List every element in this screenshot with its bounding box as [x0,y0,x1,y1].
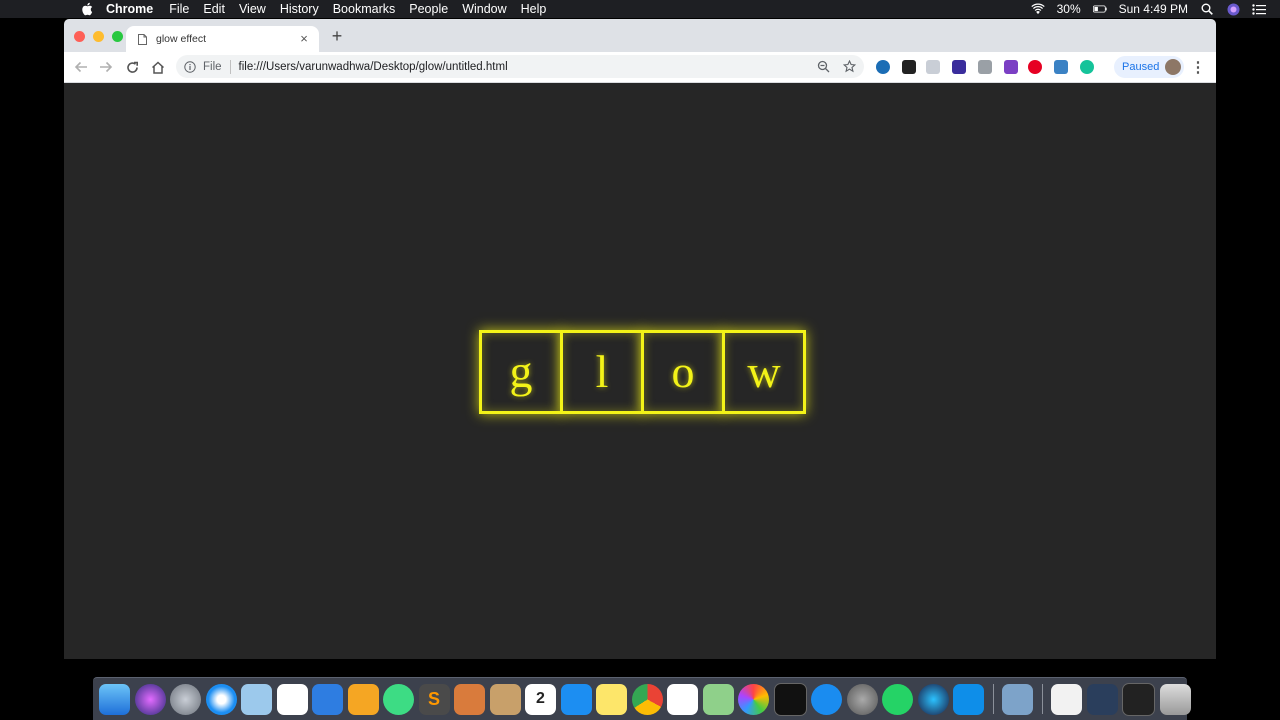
pages-icon[interactable] [347,683,379,715]
extension-blue-icon[interactable] [876,60,890,74]
preview-icon[interactable] [241,683,272,715]
safari-icon[interactable] [205,683,237,715]
app-store-icon[interactable] [811,683,842,715]
menu-help[interactable]: Help [521,2,547,16]
menu-bookmarks[interactable]: Bookmarks [333,2,396,16]
browser-window: glow effect × + File file:///Users/varun… [64,19,1216,659]
photos-icon[interactable] [738,683,769,715]
trash-icon[interactable] [1159,683,1191,715]
launchpad-icon[interactable] [170,683,201,715]
minimize-window-button[interactable] [93,31,104,42]
avatar [1165,59,1181,75]
tab-close-icon[interactable]: × [297,31,311,46]
screen-capture-icon[interactable] [1002,683,1033,715]
dock-divider [992,684,994,714]
desktop-icon[interactable] [1086,683,1118,715]
page-content: g l o w [64,83,1216,659]
siri-icon[interactable] [134,683,166,715]
menu-app-chrome[interactable]: Chrome [106,2,153,16]
profile-button[interactable]: Paused [1114,56,1184,78]
numbers-icon[interactable] [276,683,308,715]
menu-edit[interactable]: Edit [203,2,225,16]
document-icon[interactable] [1051,683,1082,715]
notebook-icon[interactable] [489,683,521,715]
menu-file[interactable]: File [169,2,189,16]
back-arrow-icon[interactable] [73,59,89,75]
maps-icon[interactable] [702,683,734,715]
tab-glow-effect[interactable]: glow effect × [126,26,319,52]
profile-status-label: Paused [1122,61,1160,73]
home-icon[interactable] [150,59,166,75]
xcode-icon[interactable] [560,683,592,715]
extension-shield-icon[interactable] [926,60,940,74]
chrome-icon[interactable] [631,683,663,715]
status-area: 30% Sun 4:49 PM [1030,0,1266,18]
forward-arrow-icon[interactable] [98,59,114,75]
battery-percent: 30% [1056,2,1081,16]
sublime-text-icon[interactable]: S [418,683,450,715]
info-icon[interactable] [184,60,196,73]
window-controls [74,31,123,42]
reminders-icon[interactable] [667,683,698,715]
system-preferences-icon[interactable] [846,683,878,715]
finder-icon[interactable] [99,683,130,715]
spotlight-search-icon[interactable] [1200,2,1214,16]
glow-letter-row: g l o w [479,330,806,414]
battery-icon[interactable] [1092,2,1107,16]
photo-app-icon[interactable] [454,683,485,715]
webstorm-icon[interactable] [917,683,949,715]
extension-purple-icon[interactable] [952,60,966,74]
browser-toolbar: File file:///Users/varunwadhwa/Desktop/g… [64,52,1216,83]
whatsapp-icon[interactable] [882,683,913,715]
calendar-icon[interactable]: 2 [525,683,556,715]
notification-center-icon[interactable] [1252,2,1266,16]
chrome-menu-icon[interactable]: ⋮ [1191,59,1206,76]
document-icon [138,33,147,45]
glow-box-l: l [560,330,644,414]
extension-gray-icon[interactable] [978,60,992,74]
zoom-window-button[interactable] [112,31,123,42]
menu-bar: Chrome File Edit View History Bookmarks … [0,0,1280,18]
terminal-icon[interactable] [773,682,807,716]
glow-box-o: o [641,330,725,414]
menu-window[interactable]: Window [462,2,506,16]
wifi-icon[interactable] [1030,2,1045,16]
grammarly-icon[interactable] [1080,60,1094,74]
omnibox-divider [229,59,231,74]
clock[interactable]: Sun 4:49 PM [1119,2,1188,16]
dock: S 2 [93,677,1191,720]
siri-icon[interactable] [1226,2,1240,16]
url-text[interactable]: file:///Users/varunwadhwa/Desktop/glow/u… [239,61,508,73]
reload-icon[interactable] [124,59,140,75]
tab-title: glow effect [156,33,207,45]
glow-box-w: w [722,330,806,414]
menu-people[interactable]: People [409,2,448,16]
apple-icon[interactable] [80,2,94,16]
menu-view[interactable]: View [239,2,266,16]
pinterest-icon[interactable] [1028,60,1042,74]
extension-amazon-icon[interactable] [902,60,916,74]
bookmark-star-icon[interactable] [843,60,856,73]
url-scheme-label: File [203,60,222,73]
extension-screen-icon[interactable] [1054,60,1068,74]
address-bar[interactable]: File file:///Users/varunwadhwa/Desktop/g… [176,55,864,78]
tab-strip: glow effect × + [64,19,1216,52]
zoom-icon[interactable] [817,60,830,73]
extension-lines-icon[interactable] [1004,60,1018,74]
android-studio-icon[interactable] [383,683,414,715]
dock-divider-2 [1041,684,1043,714]
teamviewer-icon[interactable] [953,683,984,715]
keynote-icon[interactable] [312,683,343,715]
console-icon[interactable] [1122,682,1155,716]
close-window-button[interactable] [74,31,85,42]
glow-box-g: g [479,330,563,414]
notes-icon[interactable] [596,683,627,715]
menu-history[interactable]: History [280,2,319,16]
new-tab-button[interactable]: + [330,26,344,46]
